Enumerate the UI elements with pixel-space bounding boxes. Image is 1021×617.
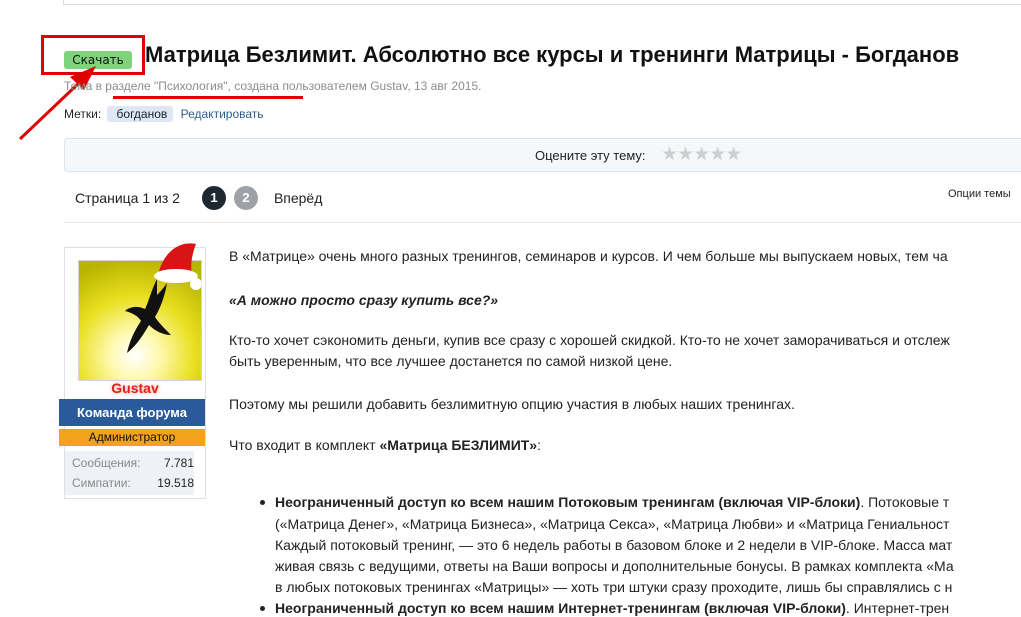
likes-label: Симпатии: <box>72 476 131 490</box>
annotation-underline <box>113 96 303 99</box>
next-page-link[interactable]: Вперёд <box>274 190 322 206</box>
page-label: Страница 1 из 2 <box>75 190 180 206</box>
rating-stars-icon[interactable]: ★★★★★ <box>661 143 742 165</box>
username[interactable]: Gustav <box>64 380 206 396</box>
thread-title: Матрица Безлимит. Абсолютно все курсы и … <box>145 42 960 67</box>
divider <box>64 222 1021 223</box>
rating-prompt: Оцените эту тему: <box>535 148 646 163</box>
pagination: Страница 1 из 2 1 2 Вперёд <box>75 186 322 210</box>
post-paragraph: быть уверенным, что все лучшее достанетс… <box>229 353 673 369</box>
santa-hat-icon <box>154 243 202 290</box>
likes-value[interactable]: 19.518 <box>157 476 194 490</box>
user-role-banner: Администратор <box>59 429 205 446</box>
page-2-button[interactable]: 2 <box>233 186 258 210</box>
post-paragraph: Что входит в комплект «Матрица БЕЗЛИМИТ»… <box>229 437 541 453</box>
bullet-item: Неограниченный доступ ко всем нашим Пото… <box>275 493 949 511</box>
bullet-line: («Матрица Денег», «Матрица Бизнеса», «Ма… <box>275 516 950 532</box>
post-paragraph: Кто-то хочет сэкономить деньги, купив вс… <box>229 332 950 348</box>
bullet-line: живая связь с ведущими, ответы на Ваши в… <box>275 558 954 574</box>
post-paragraph: Поэтому мы решили добавить безлимитную о… <box>229 396 795 412</box>
top-panel-edge <box>63 0 1021 5</box>
post-bold: «Матрица БЕЗЛИМИТ» <box>379 437 538 453</box>
thread-options-link[interactable]: Опции темы <box>948 188 1011 200</box>
bullet-text: . Интернет-трен <box>845 600 950 616</box>
tags-edit-link[interactable]: Редактировать <box>181 107 264 121</box>
annotation-box <box>41 35 145 75</box>
tags-label: Метки: <box>64 107 102 121</box>
user-title-banner: Команда форума <box>59 399 205 426</box>
bullet-text: . Потоковые т <box>860 494 950 510</box>
tag-chip[interactable]: богданов <box>106 106 174 122</box>
page-1-button[interactable]: 1 <box>201 186 226 210</box>
post-paragraph: В «Матрице» очень много разных тренингов… <box>229 248 948 264</box>
bullet-dot <box>260 500 265 505</box>
post-text: : <box>537 437 541 453</box>
tags-row: Метки: богданов Редактировать <box>64 106 264 122</box>
messages-value[interactable]: 7.781 <box>164 456 194 470</box>
bullet-item: Неограниченный доступ ко всем нашим Инте… <box>275 599 949 617</box>
messages-label: Сообщения: <box>72 456 141 470</box>
bullet-dot <box>260 606 265 611</box>
post-text: Что входит в комплект <box>229 437 380 453</box>
bullet-bold: Неограниченный доступ ко всем нашим Инте… <box>275 600 846 616</box>
thread-meta: Тема в разделе "Психология", создана пол… <box>64 79 482 93</box>
bullet-line: Каждый потоковый тренинг, — это 6 недель… <box>275 537 953 553</box>
bullet-bold: Неограниченный доступ ко всем нашим Пото… <box>275 494 861 510</box>
post-quote: «А можно просто сразу купить все?» <box>229 292 499 308</box>
bullet-line: в любых потоковых тренингах «Матрицы» — … <box>275 579 953 595</box>
user-stats: Сообщения: 7.781 Симпатии: 19.518 <box>65 451 194 495</box>
